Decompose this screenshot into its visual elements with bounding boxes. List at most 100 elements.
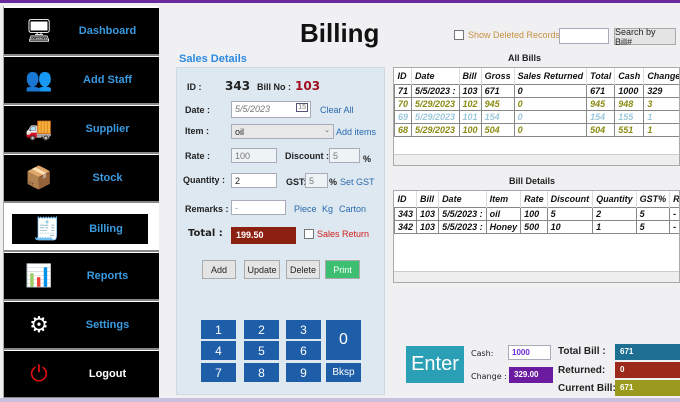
key-9[interactable]: 9 — [286, 363, 321, 382]
cash-input[interactable]: 1000 — [508, 345, 551, 360]
column-header[interactable]: Item — [486, 191, 522, 207]
carton-link[interactable]: Carton — [339, 204, 366, 214]
staff-icon: 👥 — [25, 67, 53, 93]
checkbox-icon[interactable] — [454, 30, 464, 40]
table-row[interactable]: 685/29/202310050405045511Ars — [394, 122, 679, 137]
box-icon: 📦 — [25, 165, 53, 191]
column-header[interactable]: GST% — [636, 191, 671, 207]
bill-icon: 🧾 — [33, 216, 61, 242]
bottom-border — [0, 398, 680, 402]
kg-link[interactable]: Kg — [322, 204, 333, 214]
sidebar-item-supplier[interactable]: 🚚 Supplier — [4, 106, 159, 154]
bill-details-table[interactable]: IDBillDateItemRateDiscountQuantityGST%Re… — [393, 190, 680, 283]
set-gst-link[interactable]: Set GST — [340, 177, 375, 187]
table-row[interactable]: 705/29/202310294509459483Ars — [394, 96, 679, 111]
search-by-bill-button[interactable]: Search by Bill# — [614, 27, 676, 47]
column-header[interactable]: Date — [438, 191, 487, 207]
horizontal-scrollbar[interactable] — [394, 154, 679, 165]
item-select[interactable]: oil ⌄ — [231, 124, 334, 139]
key-7[interactable]: 7 — [201, 363, 236, 382]
sidebar: 🖥 Dashboard 👥 Add Staff 🚚 Supplier 📦 Stock 🧾 Bill… — [3, 6, 159, 399]
table-cell: 945 — [480, 96, 515, 111]
table-cell: 70 — [394, 96, 413, 111]
sidebar-item-stock[interactable]: 📦 Stock — [4, 155, 159, 203]
rate-input[interactable]: 100 — [231, 148, 277, 163]
quantity-input[interactable]: 2 — [231, 173, 277, 188]
table-cell: 155 — [614, 109, 645, 124]
delete-button[interactable]: Delete — [286, 260, 320, 279]
column-header[interactable]: Discount — [547, 191, 594, 207]
table-row[interactable]: 342 103 5/5/2023 : Honey 500 10 1 5- — [394, 219, 679, 234]
key-4[interactable]: 4 — [201, 341, 236, 360]
search-bill-input[interactable] — [559, 28, 609, 44]
table-row[interactable]: 695/29/202310115401541551Ars — [394, 109, 679, 124]
table-cell: 1 — [643, 109, 679, 124]
piece-link[interactable]: Piece — [294, 204, 317, 214]
update-button[interactable]: Update — [244, 260, 280, 279]
gst-input[interactable]: 5 — [305, 173, 328, 188]
column-header[interactable]: Rema — [669, 191, 679, 207]
add-items-link[interactable]: Add items — [336, 127, 376, 137]
sidebar-item-reports[interactable]: 📊 Reports — [4, 253, 159, 301]
key-8[interactable]: 8 — [244, 363, 279, 382]
key-2[interactable]: 2 — [244, 320, 279, 339]
column-header[interactable]: Quantity — [592, 191, 637, 207]
sidebar-item-label: Stock — [92, 172, 123, 184]
all-bills-table[interactable]: ID Date Bill Gross Sales Returned Total Cash Ch… — [393, 67, 680, 166]
clear-all-link[interactable]: Clear All — [320, 105, 354, 115]
sales-details-panel: ID : 343 Bill No : 103 Date : 5/5/2023 1… — [176, 67, 385, 395]
table-cell: 948 — [614, 96, 645, 111]
column-header[interactable]: Bill — [459, 68, 482, 84]
enter-button[interactable]: Enter — [406, 346, 464, 383]
calendar-icon[interactable]: 15 — [296, 103, 308, 112]
sales-return-checkbox[interactable]: Sales Return — [304, 229, 369, 239]
backspace-key[interactable]: Bksp — [326, 363, 361, 382]
column-header[interactable]: Gross — [481, 68, 515, 84]
key-6[interactable]: 6 — [286, 341, 321, 360]
table-cell: 671 — [480, 83, 515, 98]
discount-input[interactable]: 5 — [329, 148, 360, 163]
table-cell: 154 — [586, 109, 616, 124]
sidebar-item-label: Logout — [88, 368, 127, 380]
table-cell: - — [669, 206, 679, 221]
table-cell: 1 — [643, 122, 679, 137]
column-header[interactable]: Change — [643, 68, 679, 84]
sidebar-item-billing[interactable]: 🧾 Billing — [4, 204, 159, 252]
sidebar-item-settings[interactable]: ⚙ Settings — [4, 302, 159, 350]
cash-label: Cash: — [471, 349, 494, 358]
key-1[interactable]: 1 — [201, 320, 236, 339]
column-header[interactable]: Date — [411, 68, 460, 84]
column-header[interactable]: Rate — [520, 191, 548, 207]
print-button[interactable]: Print — [325, 260, 360, 279]
sidebar-item-dashboard[interactable]: 🖥 Dashboard — [4, 8, 159, 56]
date-picker[interactable]: 5/5/2023 15 — [231, 101, 311, 118]
date-value: 5/5/2023 — [235, 104, 271, 114]
table-cell: 100 — [458, 122, 482, 137]
remarks-input[interactable]: - — [231, 200, 286, 215]
horizontal-scrollbar[interactable] — [394, 271, 679, 282]
table-row[interactable]: 343 103 5/5/2023 : oil 100 5 2 5- — [394, 206, 679, 221]
table-row[interactable]: 715/5/2023 :10367106711000329ars — [394, 83, 679, 98]
key-0[interactable]: 0 — [326, 320, 361, 360]
column-header[interactable]: ID — [394, 68, 413, 84]
key-5[interactable]: 5 — [244, 341, 279, 360]
rate-label: Rate : — [185, 151, 211, 161]
table-cell: 5/29/2023 — [411, 96, 460, 111]
sidebar-item-logout[interactable]: ⏻ Logout — [4, 351, 159, 399]
add-button[interactable]: Add — [202, 260, 236, 279]
table-cell: 0 — [513, 109, 588, 124]
column-header[interactable]: Total — [586, 68, 616, 84]
total-bill-value: 671 — [615, 344, 680, 360]
sidebar-item-add-staff[interactable]: 👥 Add Staff — [4, 57, 159, 105]
column-header[interactable]: ID — [394, 191, 418, 207]
checkbox-icon[interactable] — [304, 229, 314, 239]
show-deleted-checkbox[interactable]: Show Deleted Records — [454, 30, 560, 40]
table-cell: 154 — [480, 109, 515, 124]
column-header[interactable]: Cash — [614, 68, 645, 84]
column-header[interactable]: Bill — [416, 191, 440, 207]
returned-label: Returned: — [558, 365, 606, 376]
table-cell: 1000 — [614, 83, 645, 98]
column-header[interactable]: Sales Returned — [514, 68, 588, 84]
key-3[interactable]: 3 — [286, 320, 321, 339]
id-label: ID : — [187, 82, 202, 92]
